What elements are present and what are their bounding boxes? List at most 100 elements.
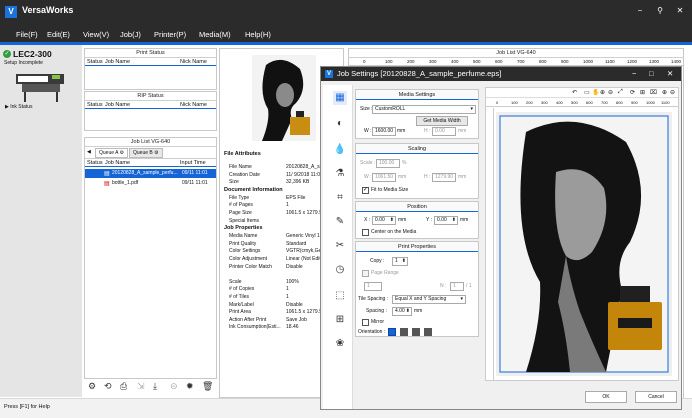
crop-icon[interactable]: ⌗ — [333, 191, 347, 205]
ruler-tick: 1200 — [627, 59, 638, 64]
media-height-field[interactable]: 0.00 — [432, 127, 456, 136]
preview-image[interactable] — [496, 112, 672, 376]
menu-help[interactable]: Help(H) — [245, 30, 271, 39]
printer-image[interactable] — [14, 70, 68, 102]
media-settings-heading: Media Settings — [356, 90, 478, 100]
download-icon[interactable]: ⤓ — [153, 381, 157, 391]
copy-label: Copy : — [370, 258, 385, 264]
layout-settings-icon[interactable]: ▦ — [333, 91, 347, 105]
get-media-width-button[interactable]: Get Media Width — [416, 116, 468, 126]
menu-media[interactable]: Media(M) — [199, 30, 231, 39]
close-button[interactable]: ✕ — [674, 5, 686, 17]
col-nick-name[interactable]: Nick Name — [180, 101, 207, 109]
rotate-icon[interactable]: ⟳ — [630, 89, 635, 96]
dialog-close-button[interactable]: ✕ — [667, 69, 673, 78]
job-name-cell: bottle_1.pdf — [112, 180, 139, 186]
scaling-height-field[interactable]: 1279.90 — [432, 173, 456, 182]
dialog-maximize-button[interactable]: □ — [649, 69, 654, 78]
print-status-title: Print Status — [85, 49, 216, 58]
scale-field[interactable]: 100.00 — [376, 159, 400, 168]
menu-file[interactable]: File(F) — [16, 30, 38, 39]
cut-icon[interactable]: ⇲ — [137, 381, 145, 391]
tab-queue-b[interactable]: Queue B ⚙ — [129, 148, 163, 158]
table-row[interactable]: ▤ bottle_1.pdf 09/11 11:01 — [85, 179, 216, 188]
fit-to-media-checkbox[interactable]: ✓ — [362, 187, 369, 194]
clock-icon[interactable]: ◷ — [333, 263, 347, 277]
quality-icon[interactable]: ◐ — [333, 117, 347, 131]
add-icon[interactable]: ⊕ — [662, 89, 667, 96]
marks-icon[interactable]: ⬚ — [333, 289, 347, 303]
preview-ruler-tick: 1000 — [646, 100, 655, 105]
menu-printer[interactable]: Printer(P) — [154, 30, 186, 39]
col-status[interactable]: Status — [87, 101, 103, 109]
cancel-button[interactable]: Cancel — [635, 391, 677, 403]
orientation-180-button[interactable] — [412, 328, 420, 336]
doc-info-heading: Document Information — [224, 186, 283, 193]
center-checkbox[interactable] — [362, 229, 369, 236]
dialog-title-bar: V Job Settings [20120828_A_sample_perfum… — [321, 67, 681, 81]
col-nick-name[interactable]: Nick Name — [180, 58, 207, 66]
cut-settings-icon[interactable]: ✂ — [333, 239, 347, 253]
job-list-panel: Job List VG-640 ◀ Queue A ⚙ Queue B ⚙ St… — [84, 137, 217, 379]
color-adjust-icon[interactable]: ⚗ — [333, 167, 347, 181]
scaling-width-field[interactable]: 1061.50 — [372, 173, 396, 182]
col-input-time[interactable]: Input Time — [180, 159, 206, 167]
spacing-field[interactable]: 4.00 ⬍ — [392, 307, 412, 316]
ink-status-toggle[interactable]: ▶ Ink Status — [5, 104, 32, 110]
page-range-checkbox[interactable] — [362, 270, 369, 277]
zoom-in-icon[interactable]: ⊕ — [600, 89, 605, 96]
col-status[interactable]: Status — [87, 159, 103, 167]
zoom-out-icon[interactable]: ⊖ — [608, 89, 613, 96]
media-w-unit: mm — [397, 128, 406, 134]
crop-tool-icon[interactable]: ⌧ — [650, 89, 657, 96]
fit-icon[interactable]: ⤢ — [618, 89, 623, 96]
maximize-button[interactable]: ⚲ — [654, 5, 666, 17]
col-job-name[interactable]: Job Name — [105, 159, 130, 167]
copy-field[interactable]: 1 ⬍ — [392, 257, 408, 266]
print-properties-heading: Print Properties — [356, 242, 478, 252]
mirror-checkbox[interactable] — [362, 319, 369, 326]
minimize-button[interactable]: − — [634, 5, 646, 17]
label-icon[interactable]: ⊞ — [333, 313, 347, 327]
range-to-field[interactable]: 1 — [450, 282, 464, 291]
tab-queue-a[interactable]: Queue A ⚙ — [95, 148, 129, 158]
media-width-field[interactable]: 1600.00 — [372, 127, 396, 136]
undo-icon[interactable]: ↶ — [572, 89, 577, 96]
grid-icon[interactable]: ⊞ — [640, 89, 645, 96]
tab-prev-icon[interactable]: ◀ — [87, 149, 91, 155]
orientation-90-button[interactable] — [400, 328, 408, 336]
menu-view[interactable]: View(V) — [83, 30, 109, 39]
dialog-minimize-button[interactable]: − — [632, 69, 636, 78]
col-job-name[interactable]: Job Name — [105, 101, 130, 109]
stop-icon[interactable]: ⊝ — [170, 381, 178, 391]
col-job-name[interactable]: Job Name — [105, 58, 130, 66]
select-icon[interactable]: ▭ — [584, 89, 590, 96]
media-h-unit: mm — [458, 128, 467, 134]
print-icon[interactable]: ⎙ — [120, 381, 127, 391]
ok-button[interactable]: OK — [585, 391, 627, 403]
refresh-icon[interactable]: ⟲ — [104, 381, 112, 391]
job-list-title: Job List VG-640 — [85, 138, 216, 147]
settings-icon[interactable]: ⚙ — [88, 381, 96, 391]
remove-icon[interactable]: ⊖ — [670, 89, 675, 96]
special-color-icon[interactable]: ❀ — [333, 337, 347, 351]
range-from-field[interactable]: 1 — [364, 282, 382, 291]
color-icon[interactable]: 💧 — [333, 143, 347, 157]
orientation-0-button[interactable] — [388, 328, 396, 336]
hand-icon[interactable]: ✋ — [592, 89, 599, 96]
x-field[interactable]: 0.00 ⬍ — [372, 216, 396, 225]
app-logo: V — [5, 6, 17, 18]
processing-icon[interactable]: ✹ — [186, 381, 194, 391]
size-select[interactable]: CustomROLL ▾ — [372, 105, 476, 114]
delete-icon[interactable]: 🗑 — [202, 381, 213, 391]
table-row[interactable]: ▤ 20120828_A_sample_perfu... 09/11 11:01 — [85, 169, 216, 178]
tile-spacing-select[interactable]: Equal X and Y Spacing ▾ — [392, 295, 466, 304]
y-field[interactable]: 0.00 ⬍ — [434, 216, 458, 225]
col-status[interactable]: Status — [87, 58, 103, 66]
tool-icon[interactable]: ✎ — [333, 215, 347, 229]
menu-edit[interactable]: Edit(E) — [47, 30, 70, 39]
job-time-cell: 09/11 11:01 — [182, 170, 208, 176]
orientation-270-button[interactable] — [424, 328, 432, 336]
menu-job[interactable]: Job(J) — [120, 30, 141, 39]
scale-label: Scale : — [360, 160, 376, 166]
